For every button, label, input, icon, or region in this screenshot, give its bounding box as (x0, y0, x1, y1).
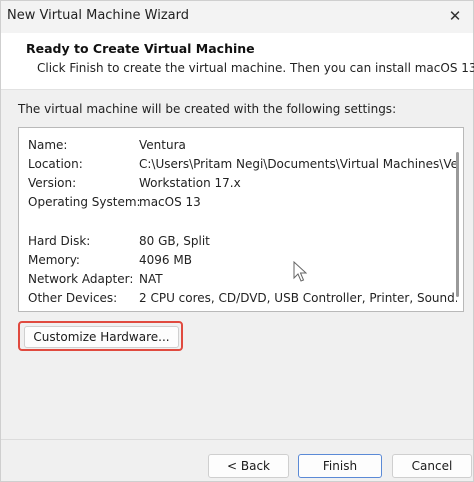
close-icon[interactable]: ✕ (441, 3, 469, 29)
setting-value: Ventura (139, 138, 186, 152)
wizard-header: Ready to Create Virtual Machine Click Fi… (1, 33, 474, 90)
title-bar: New Virtual Machine Wizard ✕ (1, 1, 473, 33)
customize-hardware-button[interactable]: Customize Hardware... (24, 326, 179, 348)
settings-intro-text: The virtual machine will be created with… (18, 102, 397, 116)
setting-label: Other Devices: (28, 291, 118, 305)
setting-label: Network Adapter: (28, 272, 134, 286)
setting-value: NAT (139, 272, 163, 286)
finish-button[interactable]: Finish (298, 454, 382, 478)
setting-label: Operating System: (28, 195, 141, 209)
vertical-scrollbar[interactable] (456, 152, 459, 297)
wizard-window: New Virtual Machine Wizard ✕ Ready to Cr… (0, 0, 474, 482)
setting-value: 2 CPU cores, CD/DVD, USB Controller, Pri… (139, 291, 457, 305)
setting-label: Hard Disk: (28, 234, 91, 248)
footer-divider (1, 439, 473, 440)
setting-label: Memory: (28, 253, 80, 267)
setting-value: C:\Users\Pritam Negi\Documents\Virtual M… (139, 157, 457, 171)
cancel-button[interactable]: Cancel (392, 454, 472, 478)
back-button[interactable]: < Back (208, 454, 289, 478)
setting-value: Workstation 17.x (139, 176, 241, 190)
setting-label: Location: (28, 157, 83, 171)
mouse-cursor-icon (293, 261, 307, 282)
setting-label: Name: (28, 138, 68, 152)
setting-label: Version: (28, 176, 77, 190)
setting-value: 4096 MB (139, 253, 192, 267)
page-title: Ready to Create Virtual Machine (26, 41, 255, 56)
setting-value: macOS 13 (139, 195, 201, 209)
settings-summary-box[interactable]: Name: Ventura Location: C:\Users\Pritam … (18, 127, 464, 312)
window-title: New Virtual Machine Wizard (7, 8, 189, 23)
setting-value: 80 GB, Split (139, 234, 210, 248)
page-subtitle: Click Finish to create the virtual machi… (37, 61, 474, 75)
